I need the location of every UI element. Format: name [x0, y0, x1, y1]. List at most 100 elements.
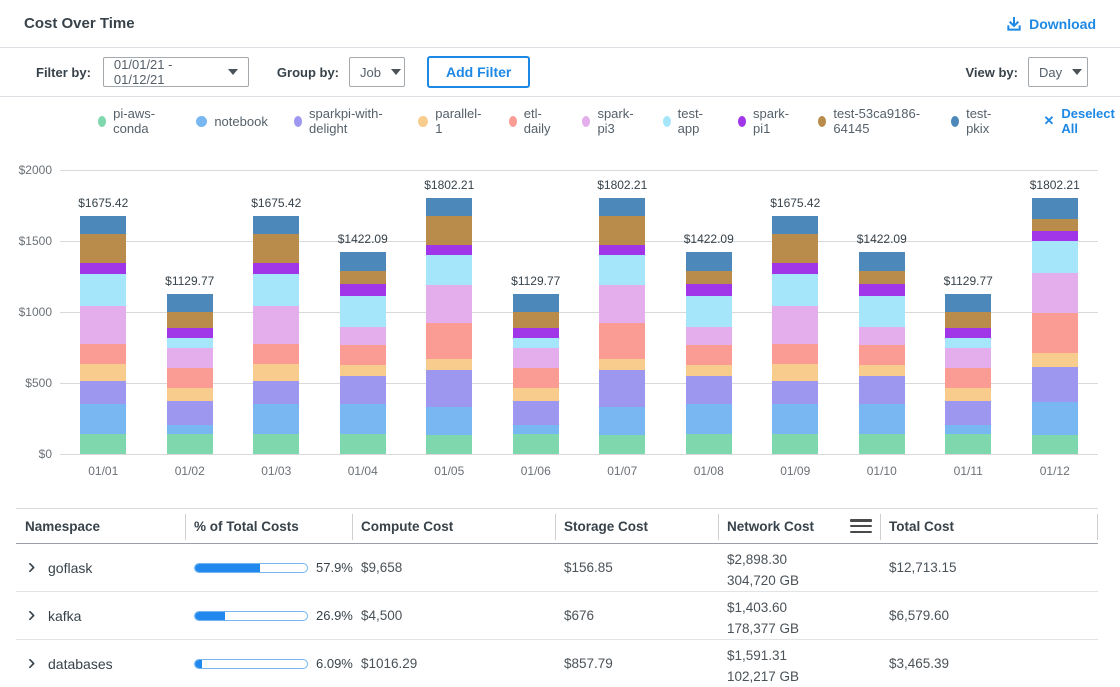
deselect-all-button[interactable]: ✕ Deselect All — [1043, 106, 1120, 136]
download-button[interactable]: Download — [1006, 16, 1096, 32]
chevron-down-icon — [228, 69, 238, 75]
bar-segment-notebook — [426, 407, 472, 436]
bar-stack — [426, 198, 472, 454]
cost-over-time-page: Cost Over Time Download Filter by: 01/01… — [0, 0, 1120, 687]
chevron-right-icon[interactable] — [25, 609, 38, 622]
legend-item-label: pi-aws-conda — [113, 106, 170, 136]
bar-01/04: $1422.09 — [320, 170, 407, 454]
column-menu-icon[interactable] — [850, 519, 872, 533]
network-gb-value: 304,720 GB — [727, 570, 799, 591]
bar-segment-pi-aws-conda — [80, 434, 126, 454]
bar-segment-etl-daily — [426, 323, 472, 360]
bar-stack — [859, 252, 905, 454]
bar-segment-pi-aws-conda — [340, 434, 386, 454]
bar-segment-spark-pi3 — [599, 285, 645, 323]
network-cost-value: $1,591.31 — [727, 645, 787, 666]
legend-item-parallel-1[interactable]: parallel-1 — [418, 106, 482, 136]
bar-segment-spark-pi1 — [80, 263, 126, 274]
x-axis-tick-label: 01/07 — [579, 464, 666, 478]
legend-dot-icon — [196, 116, 207, 127]
bar-segment-spark-pi3 — [253, 306, 299, 345]
group-by-value: Job — [360, 65, 381, 80]
bar-segment-test-app — [426, 255, 472, 284]
bar-segment-spark-pi1 — [253, 263, 299, 274]
chevron-down-icon — [1072, 69, 1082, 75]
total-cost-value: $3,465.39 — [880, 640, 1098, 687]
bar-segment-pi-aws-conda — [513, 434, 559, 454]
total-cost-value: $6,579.60 — [880, 592, 1098, 639]
storage-cost-value: $156.85 — [555, 544, 718, 591]
bar-segment-sparkpi-with-delight — [599, 370, 645, 407]
bar-segment-test-53ca9186-64145 — [513, 312, 559, 327]
legend-item-test-53ca9186-64145[interactable]: test-53ca9186-64145 — [818, 106, 925, 136]
table-row-databases[interactable]: databases6.09%$1016.29$857.79$1,591.3110… — [16, 640, 1098, 687]
compute-cost-value: $1016.29 — [352, 640, 555, 687]
x-axis-tick-label: 01/06 — [493, 464, 580, 478]
bar-segment-test-53ca9186-64145 — [340, 271, 386, 284]
legend-item-pi-aws-conda[interactable]: pi-aws-conda — [98, 106, 170, 136]
legend-item-label: test-app — [678, 106, 712, 136]
bar-segment-spark-pi1 — [599, 245, 645, 256]
legend-item-sparkpi-with-delight[interactable]: sparkpi-with-delight — [294, 106, 393, 136]
chevron-right-icon[interactable] — [25, 561, 38, 574]
bar-segment-test-53ca9186-64145 — [772, 234, 818, 263]
legend-dot-icon — [951, 116, 959, 127]
table-row-kafka[interactable]: kafka26.9%$4,500$676$1,403.60178,377 GB$… — [16, 592, 1098, 640]
bar-segment-parallel-1 — [426, 359, 472, 370]
date-range-select[interactable]: 01/01/21 - 01/12/21 — [103, 57, 249, 87]
bar-segment-spark-pi1 — [426, 245, 472, 256]
legend-item-etl-daily[interactable]: etl-daily — [509, 106, 557, 136]
column-header-compute[interactable]: Compute Cost — [352, 509, 555, 543]
network-cost-value: $2,898.30 — [727, 549, 787, 570]
legend-item-notebook[interactable]: notebook — [196, 114, 268, 129]
column-header-network[interactable]: Network Cost — [718, 509, 880, 543]
column-header-storage[interactable]: Storage Cost — [555, 509, 718, 543]
legend-item-label: spark-pi3 — [597, 106, 636, 136]
table-row-goflask[interactable]: goflask57.9%$9,658$156.85$2,898.30304,72… — [16, 544, 1098, 592]
y-axis-tick-label: $1500 — [0, 234, 52, 248]
column-header-namespace[interactable]: Namespace — [16, 509, 185, 543]
bar-segment-etl-daily — [340, 345, 386, 365]
bar-segment-spark-pi1 — [945, 328, 991, 339]
legend-item-test-app[interactable]: test-app — [663, 106, 712, 136]
bar-segment-test-53ca9186-64145 — [167, 312, 213, 327]
group-by-select[interactable]: Job — [349, 57, 405, 87]
bar-stack — [599, 198, 645, 454]
bar-segment-test-53ca9186-64145 — [253, 234, 299, 263]
legend-item-spark-pi1[interactable]: spark-pi1 — [738, 106, 792, 136]
x-axis-tick-label: 01/05 — [406, 464, 493, 478]
bar-segment-spark-pi3 — [167, 348, 213, 368]
legend-item-test-pkix[interactable]: test-pkix — [951, 106, 1001, 136]
bar-segment-test-pkix — [686, 252, 732, 271]
cost-over-time-chart: $0$500$1000$1500$2000 $1675.4201/01$1129… — [0, 145, 1120, 495]
bar-segment-spark-pi3 — [513, 348, 559, 368]
bar-segment-test-53ca9186-64145 — [426, 216, 472, 244]
legend-items: pi-aws-conda notebook sparkpi-with-delight… — [98, 106, 1027, 136]
bar-segment-test-app — [686, 296, 732, 327]
bar-segment-notebook — [513, 425, 559, 434]
bar-total-label: $1802.21 — [579, 178, 666, 192]
view-by-select[interactable]: Day — [1028, 57, 1088, 87]
bar-segment-sparkpi-with-delight — [1032, 367, 1078, 402]
bar-segment-sparkpi-with-delight — [340, 376, 386, 404]
add-filter-button[interactable]: Add Filter — [427, 56, 530, 88]
legend-item-spark-pi3[interactable]: spark-pi3 — [582, 106, 636, 136]
x-axis-tick-label: 01/04 — [320, 464, 407, 478]
column-header-total[interactable]: Total Cost — [880, 509, 1098, 543]
bar-segment-etl-daily — [167, 368, 213, 388]
bar-01/09: $1675.42 — [752, 170, 839, 454]
header-bar: Cost Over Time Download — [0, 0, 1120, 48]
bar-segment-test-app — [772, 274, 818, 306]
chevron-right-icon[interactable] — [25, 657, 38, 670]
legend-item-label: parallel-1 — [435, 106, 482, 136]
legend-dot-icon — [98, 116, 106, 127]
bar-segment-etl-daily — [686, 345, 732, 365]
bar-segment-test-app — [599, 255, 645, 284]
bar-segment-spark-pi1 — [859, 284, 905, 296]
bar-segment-etl-daily — [599, 323, 645, 360]
column-header-pct-total[interactable]: % of Total Costs — [185, 509, 352, 543]
bar-segment-spark-pi1 — [513, 328, 559, 339]
bar-segment-pi-aws-conda — [1032, 435, 1078, 454]
bar-segment-parallel-1 — [253, 364, 299, 380]
legend-item-label: sparkpi-with-delight — [309, 106, 392, 136]
